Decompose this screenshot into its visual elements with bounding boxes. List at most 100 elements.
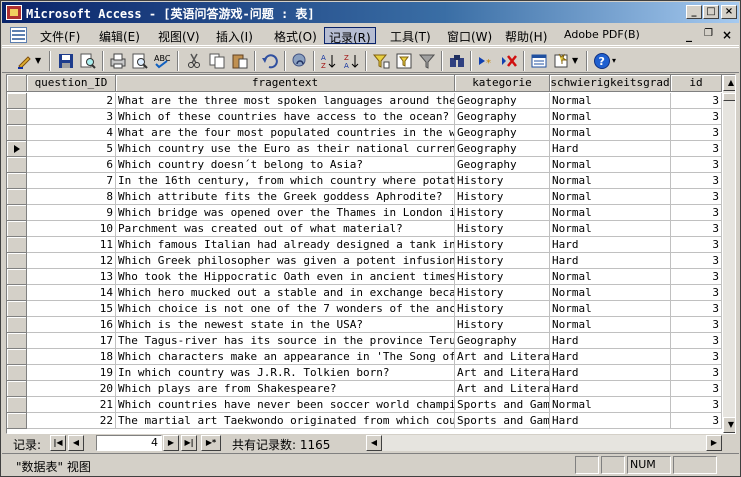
filter-by-form-icon[interactable]	[395, 52, 413, 70]
cell-schwierigkeitsgrad[interactable]: Normal	[550, 397, 671, 413]
cell-kategorie[interactable]: Art and Literat	[455, 381, 550, 397]
scroll-up-arrow-icon[interactable]: ▲	[723, 75, 735, 91]
cell-id[interactable]: 3	[671, 365, 722, 381]
column-header-fragentext[interactable]: fragentext	[116, 75, 455, 92]
cell-question-id[interactable]: 17	[27, 333, 116, 349]
menu-insert[interactable]: 插入(I)	[212, 27, 257, 44]
record-selector[interactable]	[7, 237, 27, 253]
cell-id[interactable]: 3	[671, 237, 722, 253]
cell-question-id[interactable]: 9	[27, 205, 116, 221]
cell-schwierigkeitsgrad[interactable]: Hard	[550, 141, 671, 157]
copy-icon[interactable]	[208, 52, 226, 70]
cell-question-id[interactable]: 21	[27, 397, 116, 413]
search-file-icon[interactable]	[79, 52, 97, 70]
menu-window[interactable]: 窗口(W)	[443, 27, 496, 44]
cell-question-id[interactable]: 22	[27, 413, 116, 429]
cell-question-id[interactable]: 11	[27, 237, 116, 253]
cell-fragentext[interactable]: Which of these countries have access to …	[116, 109, 455, 125]
cell-schwierigkeitsgrad[interactable]: Normal	[550, 125, 671, 141]
cell-schwierigkeitsgrad[interactable]: Normal	[550, 205, 671, 221]
table-row[interactable]: 22 The martial art Taekwondo originated f…	[7, 413, 722, 429]
record-selector[interactable]	[7, 269, 27, 285]
cell-schwierigkeitsgrad[interactable]: Normal	[550, 317, 671, 333]
table-row[interactable]: 16 Which is the newest state in the USA? H…	[7, 317, 722, 333]
record-selector[interactable]	[7, 397, 27, 413]
new-object-icon[interactable]	[553, 52, 571, 70]
cell-schwierigkeitsgrad[interactable]: Normal	[550, 221, 671, 237]
find-icon[interactable]	[448, 52, 466, 70]
cell-kategorie[interactable]: History	[455, 269, 550, 285]
record-selector[interactable]	[7, 173, 27, 189]
cell-schwierigkeitsgrad[interactable]: Normal	[550, 285, 671, 301]
cell-fragentext[interactable]: Which country doesn´t belong to Asia?	[116, 157, 455, 173]
cell-question-id[interactable]: 4	[27, 125, 116, 141]
cell-question-id[interactable]: 18	[27, 349, 116, 365]
hyperlink-icon[interactable]	[291, 52, 309, 70]
cell-id[interactable]: 3	[671, 173, 722, 189]
cell-fragentext[interactable]: In which country was J.R.R. Tolkien born…	[116, 365, 455, 381]
table-row[interactable]: 10 Parchment was created out of what mate…	[7, 221, 722, 237]
scroll-left-arrow-icon[interactable]: ◀	[366, 435, 382, 451]
cell-question-id[interactable]: 8	[27, 189, 116, 205]
cell-question-id[interactable]: 19	[27, 365, 116, 381]
table-document-icon[interactable]	[10, 27, 27, 43]
cell-kategorie[interactable]: Geography	[455, 141, 550, 157]
table-row[interactable]: 21 Which countries have never been soccer…	[7, 397, 722, 413]
cell-kategorie[interactable]: Art and Literat	[455, 365, 550, 381]
cell-fragentext[interactable]: Which bridge was opened over the Thames …	[116, 205, 455, 221]
menu-records[interactable]: 记录(R)	[324, 27, 376, 45]
table-row[interactable]: 5 Which country use the Euro as their nat…	[7, 141, 722, 157]
cell-question-id[interactable]: 2	[27, 93, 116, 109]
record-selector[interactable]	[7, 189, 27, 205]
table-row[interactable]: 6 Which country doesn´t belong to Asia? Ge…	[7, 157, 722, 173]
cell-kategorie[interactable]: History	[455, 317, 550, 333]
cell-id[interactable]: 3	[671, 285, 722, 301]
spelling-icon[interactable]: ABC	[153, 52, 171, 70]
maximize-button[interactable]: □	[703, 5, 719, 19]
doc-close-button[interactable]: ×	[722, 28, 732, 42]
cell-fragentext[interactable]: Parchment was created out of what materi…	[116, 221, 455, 237]
cell-question-id[interactable]: 3	[27, 109, 116, 125]
doc-minimize-icon[interactable]: _	[686, 28, 692, 42]
cell-id[interactable]: 3	[671, 93, 722, 109]
table-row[interactable]: 17 The Tagus-river has its source in the …	[7, 333, 722, 349]
cell-schwierigkeitsgrad[interactable]: Normal	[550, 173, 671, 189]
table-row[interactable]: 9 Which bridge was opened over the Thames…	[7, 205, 722, 221]
cut-icon[interactable]	[185, 52, 203, 70]
cell-fragentext[interactable]: In the 16th century, from which country …	[116, 173, 455, 189]
cell-kategorie[interactable]: Geography	[455, 333, 550, 349]
cell-id[interactable]: 3	[671, 317, 722, 333]
cell-fragentext[interactable]: What are the three most spoken languages…	[116, 93, 455, 109]
cell-id[interactable]: 3	[671, 109, 722, 125]
cell-kategorie[interactable]: Geography	[455, 157, 550, 173]
cell-id[interactable]: 3	[671, 253, 722, 269]
column-header-id[interactable]: id	[671, 75, 722, 92]
cell-fragentext[interactable]: Which choice is not one of the 7 wonders…	[116, 301, 455, 317]
view-design-icon[interactable]	[16, 52, 34, 70]
cell-fragentext[interactable]: Which country use the Euro as their nati…	[116, 141, 455, 157]
cell-fragentext[interactable]: Which famous Italian had already designe…	[116, 237, 455, 253]
undo-icon[interactable]	[261, 52, 279, 70]
cell-kategorie[interactable]: History	[455, 301, 550, 317]
first-record-button[interactable]: |◀	[50, 435, 66, 451]
cell-fragentext[interactable]: Who took the Hippocratic Oath even in an…	[116, 269, 455, 285]
save-icon[interactable]	[57, 52, 75, 70]
cell-schwierigkeitsgrad[interactable]: Normal	[550, 93, 671, 109]
record-selector[interactable]	[7, 301, 27, 317]
cell-schwierigkeitsgrad[interactable]: Hard	[550, 365, 671, 381]
cell-question-id[interactable]: 20	[27, 381, 116, 397]
cell-fragentext[interactable]: The Tagus-river has its source in the pr…	[116, 333, 455, 349]
database-window-icon[interactable]	[530, 52, 548, 70]
new-object-dropdown-icon[interactable]: ▼	[572, 52, 580, 70]
table-row[interactable]: 2 What are the three most spoken language…	[7, 93, 722, 109]
cell-id[interactable]: 3	[671, 349, 722, 365]
cell-kategorie[interactable]: History	[455, 237, 550, 253]
record-selector[interactable]	[7, 125, 27, 141]
current-record-selector[interactable]	[7, 141, 27, 157]
menu-edit[interactable]: 编辑(E)	[95, 27, 144, 44]
cell-fragentext[interactable]: Which attribute fits the Greek goddess A…	[116, 189, 455, 205]
cell-kategorie[interactable]: Geography	[455, 93, 550, 109]
cell-kategorie[interactable]: Sports and Game	[455, 413, 550, 429]
cell-fragentext[interactable]: The martial art Taekwondo originated fro…	[116, 413, 455, 429]
cell-question-id[interactable]: 15	[27, 301, 116, 317]
